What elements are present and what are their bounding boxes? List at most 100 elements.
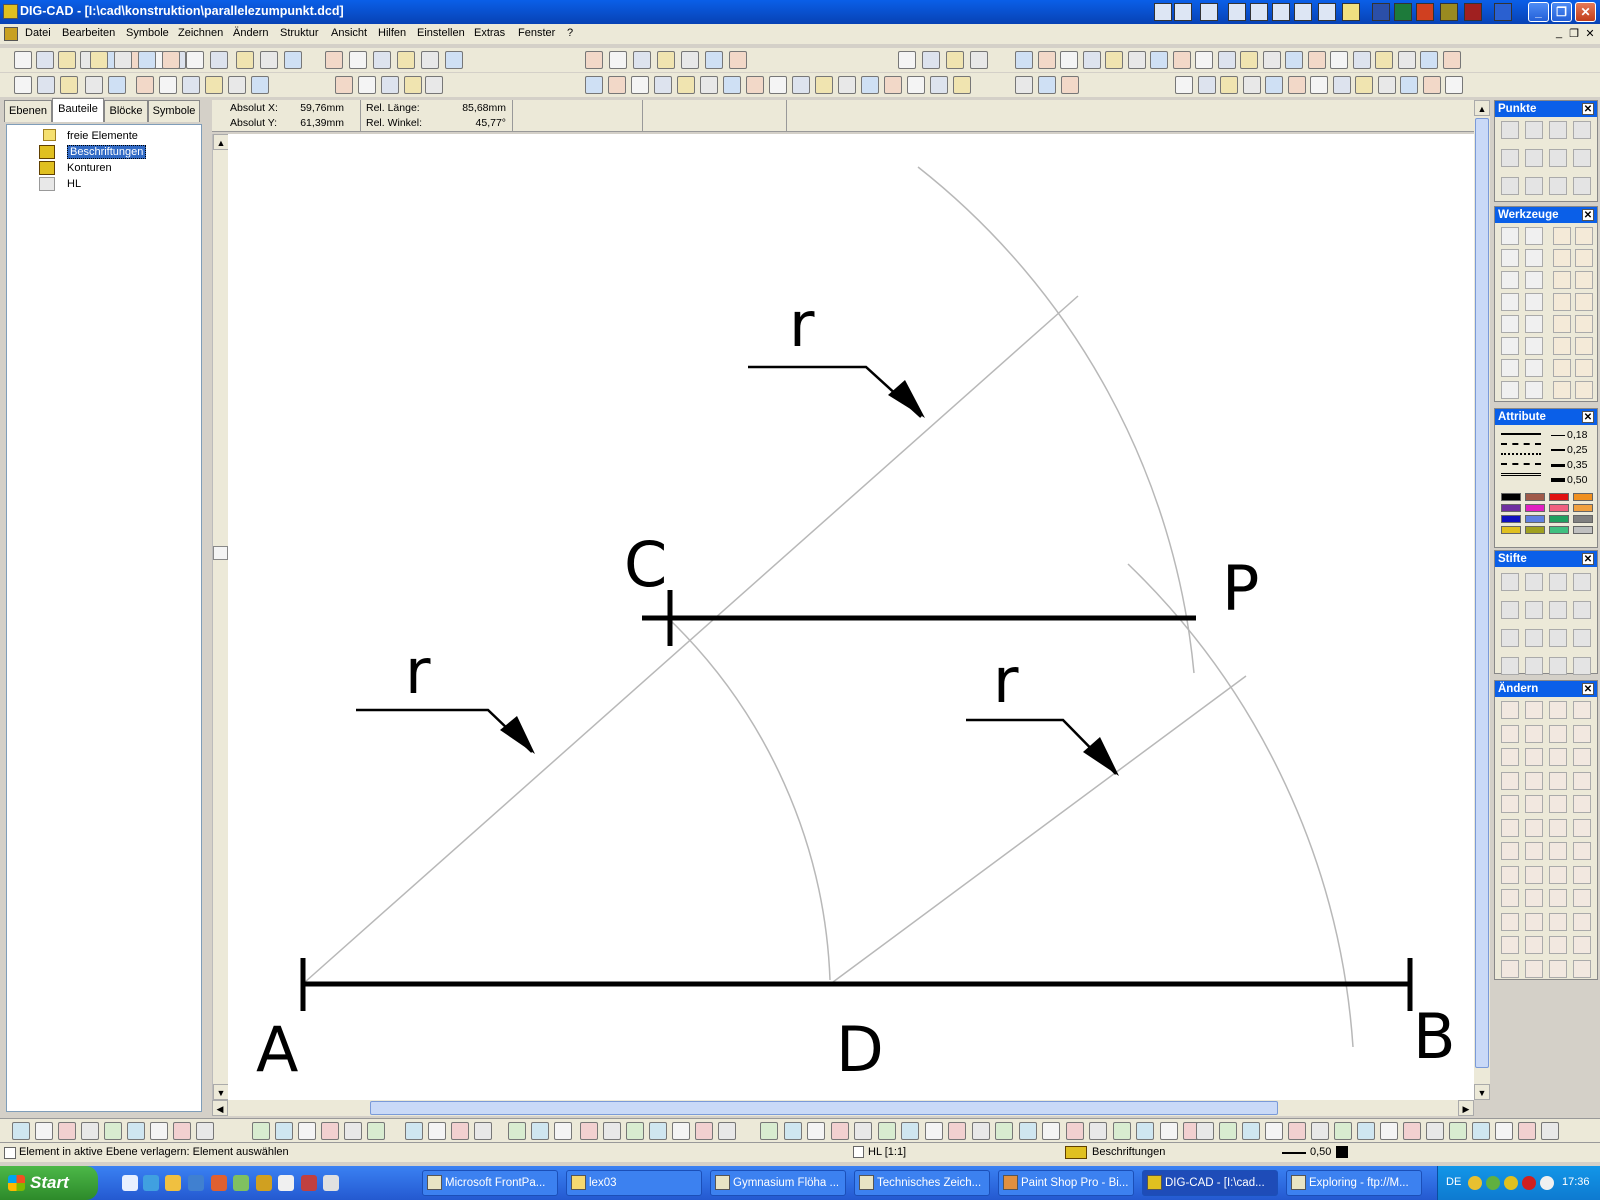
toolbar-button[interactable] [445,51,463,69]
color-swatch[interactable] [1573,504,1593,512]
toolbar-button[interactable] [831,1122,849,1140]
toolbar-button[interactable] [150,1122,168,1140]
line-width-option[interactable]: 0,35 [1551,459,1587,471]
tool-button[interactable] [1501,271,1519,289]
scroll-left-arrow[interactable]: ◀ [212,1100,228,1116]
tool-button[interactable] [1575,271,1593,289]
tool-button[interactable] [1501,359,1519,377]
toolbar-button[interactable] [784,1122,802,1140]
tool-button[interactable] [1501,959,1519,978]
tool-button[interactable] [1549,795,1567,813]
tool-button[interactable] [1553,359,1571,377]
toolbar-button[interactable] [861,76,879,94]
mdi-minimize-button[interactable]: _ [1552,27,1566,39]
toolbar-button[interactable] [1357,1122,1375,1140]
toolbar-button[interactable] [284,51,302,69]
tool-button[interactable] [1553,337,1571,355]
tool-button[interactable] [1575,359,1593,377]
scroll-up-arrow[interactable]: ▲ [213,134,229,150]
tray-icon[interactable] [1540,1176,1554,1190]
color-swatch[interactable] [1525,515,1545,523]
scroll-down-arrow[interactable]: ▼ [1474,1084,1490,1100]
tool-button[interactable] [1525,959,1543,978]
tool-button[interactable] [1553,315,1571,333]
tree-item-hl[interactable]: HL [39,177,81,191]
tool-button[interactable] [1549,724,1567,743]
toolbar-button[interactable] [1449,1122,1467,1140]
tool-button[interactable] [1573,657,1591,675]
toolbar-button[interactable] [901,1122,919,1140]
toolbar-button[interactable] [946,51,964,69]
tool-button[interactable] [1501,936,1519,954]
toolbar-button[interactable] [1220,76,1238,94]
toolbar-button[interactable] [275,1122,293,1140]
tool-button[interactable] [1525,701,1543,719]
toolbar-button[interactable] [381,76,399,94]
toolbar-button[interactable] [1420,51,1438,69]
toolbar-button[interactable] [1038,76,1056,94]
toolbar-button[interactable] [1060,51,1078,69]
quicklaunch-icon[interactable] [122,1175,138,1191]
toolbar-button[interactable] [878,1122,896,1140]
tool-button[interactable] [1553,381,1571,399]
tool-button[interactable] [1525,818,1543,837]
toolbar-button[interactable] [127,1122,145,1140]
toolbar-button[interactable] [196,1122,214,1140]
toolbar-button[interactable] [953,76,971,94]
tab-bauteile[interactable]: Bauteile [52,98,104,122]
toolbar-button[interactable] [631,76,649,94]
tool-button[interactable] [1573,724,1591,743]
task-button[interactable]: Gymnasium Flöha ... [710,1170,846,1196]
app-icon[interactable] [3,4,18,19]
tool-button[interactable] [1501,177,1519,195]
toolbar-button[interactable] [35,1122,53,1140]
tree-item-beschriftungen[interactable]: Beschriftungen [39,145,147,159]
quicklaunch-icon[interactable] [165,1175,181,1191]
toolbar-button[interactable] [210,51,228,69]
quicklaunch-icon[interactable] [1494,3,1512,21]
toolbar-button[interactable] [1219,1122,1237,1140]
toolbar-button[interactable] [114,51,132,69]
toolbar-button[interactable] [907,76,925,94]
toolbar-button[interactable] [1175,76,1193,94]
toolbar-button[interactable] [718,1122,736,1140]
tool-button[interactable] [1553,227,1571,245]
toolbar-button[interactable] [995,1122,1013,1140]
tab-symbole[interactable]: Symbole [148,100,200,122]
tool-button[interactable] [1501,573,1519,591]
toolbar-button[interactable] [898,51,916,69]
toolbar-button[interactable] [925,1122,943,1140]
toolbar-button[interactable] [1285,51,1303,69]
toolbar-button[interactable] [1128,51,1146,69]
tool-button[interactable] [1525,657,1543,675]
toolbar-button[interactable] [930,76,948,94]
tool-button[interactable] [1553,293,1571,311]
quicklaunch-icon[interactable] [1440,3,1458,21]
tool-button[interactable] [1525,293,1543,311]
tab-bloecke[interactable]: Blöcke [104,100,148,122]
status-pen[interactable]: 0,50 [1310,1146,1331,1158]
toolbar-button[interactable] [58,1122,76,1140]
toolbar-button[interactable] [1311,1122,1329,1140]
tool-button[interactable] [1525,359,1543,377]
tool-button[interactable] [1549,748,1567,766]
color-swatch[interactable] [1501,504,1521,512]
toolbar-button[interactable] [1398,51,1416,69]
quicklaunch-icon[interactable] [1154,3,1172,21]
toolbar-button[interactable] [451,1122,469,1140]
toolbar-button[interactable] [1196,1122,1214,1140]
notes-icon[interactable] [1342,3,1360,21]
quicklaunch-icon[interactable] [188,1175,204,1191]
tool-button[interactable] [1525,177,1543,195]
toolbar-button[interactable] [948,1122,966,1140]
toolbar-button[interactable] [585,76,603,94]
toolbar-button[interactable] [162,51,180,69]
tool-button[interactable] [1573,629,1591,647]
color-swatch[interactable] [1573,493,1593,501]
toolbar-button[interactable] [760,1122,778,1140]
task-button[interactable]: Technisches Zeich... [854,1170,990,1196]
tool-button[interactable] [1549,936,1567,954]
tool-button[interactable] [1501,337,1519,355]
menu-symbole[interactable]: Symbole [126,27,169,39]
toolbar-button[interactable] [633,51,651,69]
